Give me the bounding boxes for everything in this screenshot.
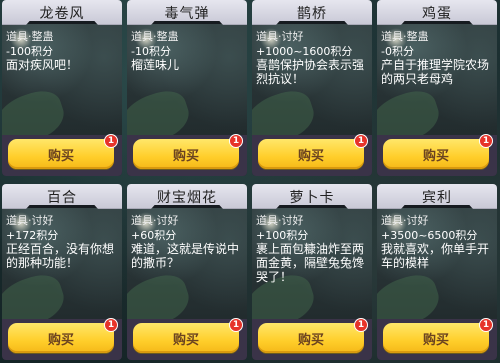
item-card-radish-card: 萝卜卡 道具·讨好 +100积分 裹上面包糠油炸至两面金黄，隔壁兔兔馋哭了！ 购…	[252, 184, 372, 360]
item-score: +1000~1600积分	[256, 45, 353, 58]
item-description: 榴莲味儿	[131, 58, 180, 72]
item-title: 毒气弹	[164, 6, 210, 22]
item-card-tornado: 龙卷风 道具·整蛊 -100积分 面对疾风吧！ 购买 1	[2, 0, 122, 176]
item-tag: 道具·讨好	[381, 214, 429, 227]
buy-button[interactable]: 购买	[133, 139, 239, 169]
quantity-badge: 1	[479, 134, 493, 148]
item-title: 财宝烟花	[157, 190, 217, 206]
item-title: 宾利	[422, 190, 452, 206]
item-card-treasure-fireworks: 财宝烟花 道具·讨好 +60积分 难道，这就是传说中的撒币？ 购买 1	[127, 184, 247, 360]
item-tag: 道具·讨好	[6, 214, 54, 227]
item-card-magpie-bridge: 鹊桥 道具·讨好 +1000~1600积分 喜鹊保护协会表示强烈抗议！ 购买 1	[252, 0, 372, 176]
quantity-badge: 1	[229, 134, 243, 148]
item-title: 鸡蛋	[422, 6, 452, 22]
item-title: 百合	[47, 190, 77, 206]
item-score: +100积分	[256, 229, 309, 242]
item-description: 裹上面包糠油炸至两面金黄，隔壁兔兔馋哭了！	[256, 242, 365, 284]
item-score: +172积分	[6, 229, 59, 242]
item-card-egg: 鸡蛋 道具·整蛊 -0积分 产自于推理学院农场的两只老母鸡 购买 1	[377, 0, 497, 176]
quantity-badge: 1	[354, 134, 368, 148]
shop-item-grid: 龙卷风 道具·整蛊 -100积分 面对疾风吧！ 购买 1 毒气弹 道具·整蛊 -…	[0, 0, 500, 363]
quantity-badge: 1	[479, 318, 493, 332]
item-description: 正经百合，没有你想的那种功能！	[6, 242, 115, 270]
item-tag: 道具·讨好	[256, 214, 304, 227]
item-description: 面对疾风吧！	[6, 58, 79, 72]
buy-button[interactable]: 购买	[258, 139, 364, 169]
buy-button[interactable]: 购买	[8, 323, 114, 353]
item-description: 喜鹊保护协会表示强烈抗议！	[256, 58, 365, 86]
buy-button[interactable]: 购买	[258, 323, 364, 353]
item-card-stink-bomb: 毒气弹 道具·整蛊 -10积分 榴莲味儿 购买 1	[127, 0, 247, 176]
item-tag: 道具·整蛊	[6, 30, 54, 43]
buy-button[interactable]: 购买	[133, 323, 239, 353]
item-tag: 道具·讨好	[256, 30, 304, 43]
item-description: 我就喜欢，你单手开车的模样	[381, 242, 490, 270]
item-tag: 道具·整蛊	[131, 30, 179, 43]
item-description: 难道，这就是传说中的撒币？	[131, 242, 240, 270]
item-title: 龙卷风	[39, 6, 85, 22]
item-score: +60积分	[131, 229, 177, 242]
quantity-badge: 1	[104, 134, 118, 148]
quantity-badge: 1	[104, 318, 118, 332]
item-title: 鹊桥	[297, 6, 327, 22]
item-score: -10积分	[131, 45, 171, 58]
item-score: -100积分	[6, 45, 53, 58]
buy-button[interactable]: 购买	[383, 323, 489, 353]
item-title: 萝卜卡	[289, 190, 335, 206]
item-card-bentley: 宾利 道具·讨好 +3500~6500积分 我就喜欢，你单手开车的模样 购买 1	[377, 184, 497, 360]
quantity-badge: 1	[229, 318, 243, 332]
quantity-badge: 1	[354, 318, 368, 332]
item-score: -0积分	[381, 45, 414, 58]
item-card-lily: 百合 道具·讨好 +172积分 正经百合，没有你想的那种功能！ 购买 1	[2, 184, 122, 360]
item-tag: 道具·讨好	[131, 214, 179, 227]
buy-button[interactable]: 购买	[383, 139, 489, 169]
buy-button[interactable]: 购买	[8, 139, 114, 169]
item-score: +3500~6500积分	[381, 229, 478, 242]
item-description: 产自于推理学院农场的两只老母鸡	[381, 58, 490, 86]
item-tag: 道具·整蛊	[381, 30, 429, 43]
